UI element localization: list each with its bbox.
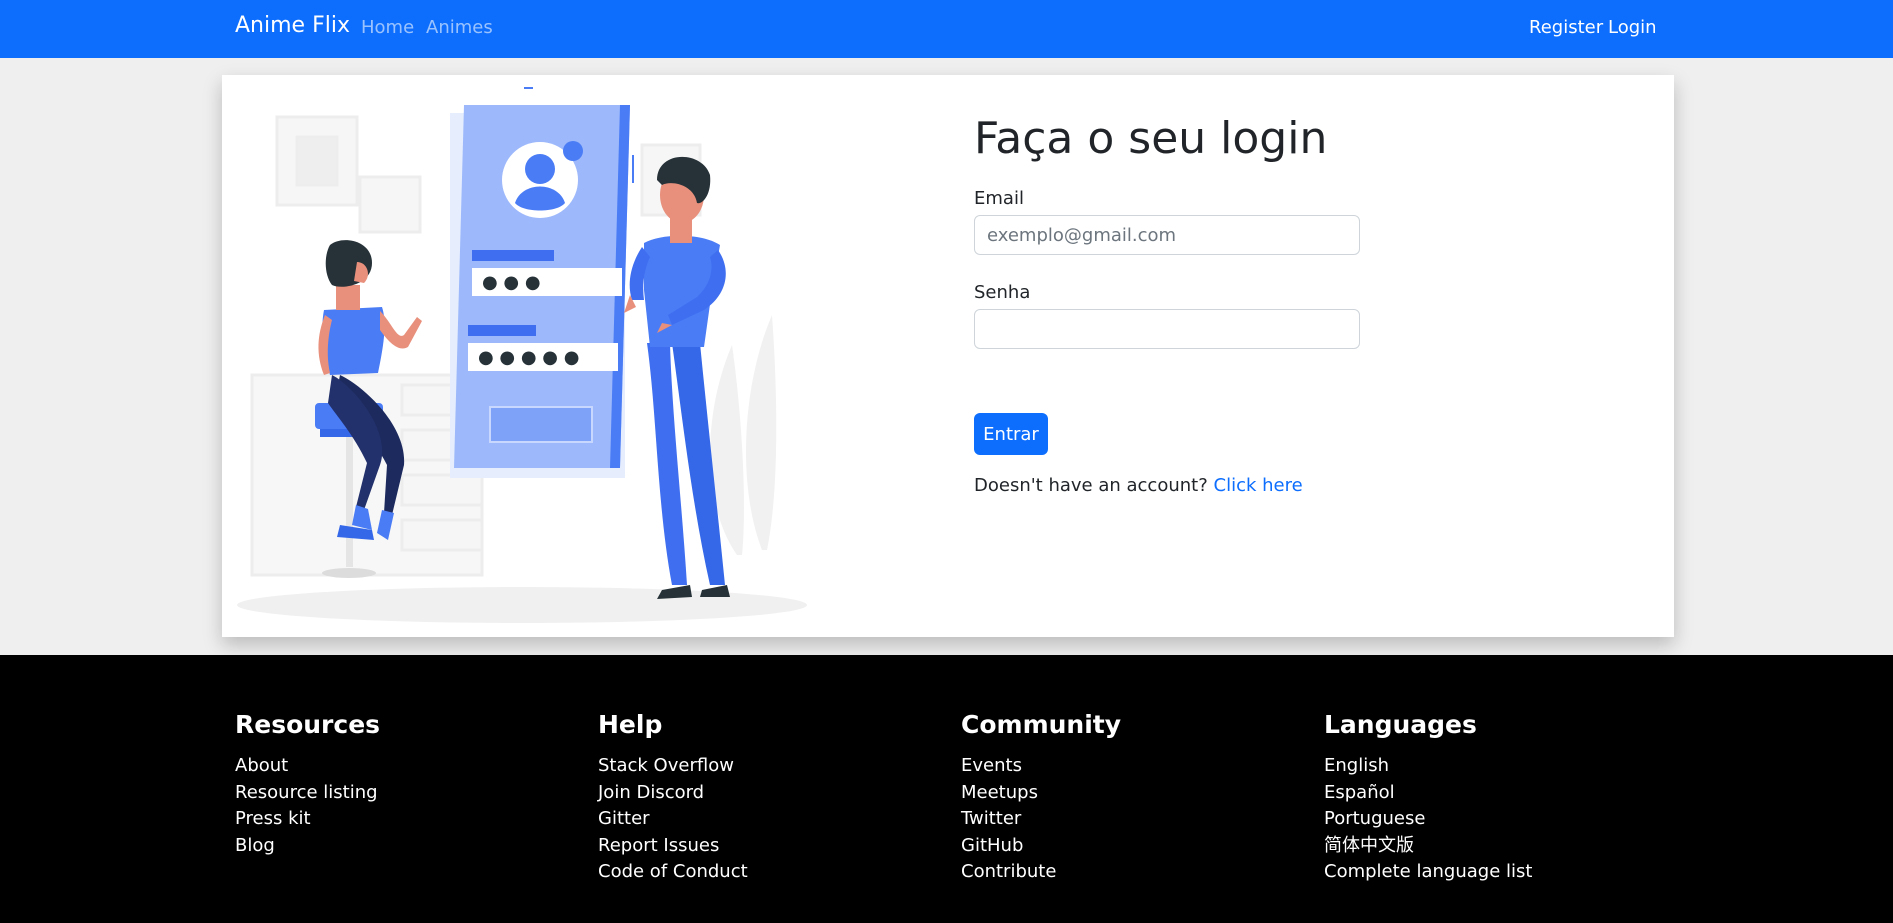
footer-link-english[interactable]: English xyxy=(1324,753,1664,780)
password-label: Senha xyxy=(974,282,1031,303)
password-input[interactable] xyxy=(974,309,1360,349)
footer: Resources About Resource listing Press k… xyxy=(0,655,1893,923)
footer-link-press-kit[interactable]: Press kit xyxy=(235,806,575,833)
footer-link-blog[interactable]: Blog xyxy=(235,833,575,860)
footer-link-espanol[interactable]: Español xyxy=(1324,780,1664,807)
footer-heading: Help xyxy=(598,710,663,739)
nav-link-register[interactable]: Register xyxy=(1529,17,1603,38)
email-label: Email xyxy=(974,188,1024,209)
register-prompt: Doesn't have an account? Click here xyxy=(974,475,1303,496)
footer-link-contribute[interactable]: Contribute xyxy=(961,859,1301,886)
footer-link-meetups[interactable]: Meetups xyxy=(961,780,1301,807)
login-card: ● ● ● ● ● ● ● ● Faça o seu login Email e… xyxy=(222,75,1674,637)
brand-link[interactable]: Anime Flix xyxy=(235,13,350,38)
footer-column-community: Community Events Meetups Twitter GitHub … xyxy=(961,710,1301,886)
email-input[interactable] xyxy=(974,215,1360,255)
register-link[interactable]: Click here xyxy=(1214,475,1303,496)
footer-heading: Community xyxy=(961,710,1122,739)
login-title: Faça o seu login xyxy=(974,113,1328,164)
footer-heading: Languages xyxy=(1324,710,1477,739)
password-mask-1: ● ● ● xyxy=(482,272,541,293)
nav-link-login[interactable]: Login xyxy=(1608,17,1657,38)
navbar: Anime Flix Home Animes Register Login xyxy=(0,0,1893,58)
footer-heading: Resources xyxy=(235,710,381,739)
footer-column-help: Help Stack Overflow Join Discord Gitter … xyxy=(598,710,938,886)
footer-link-events[interactable]: Events xyxy=(961,753,1301,780)
footer-link-report-issues[interactable]: Report Issues xyxy=(598,833,938,860)
footer-link-join-discord[interactable]: Join Discord xyxy=(598,780,938,807)
footer-link-resource-listing[interactable]: Resource listing xyxy=(235,780,575,807)
footer-link-chinese[interactable]: 简体中文版 xyxy=(1324,833,1664,860)
footer-link-portuguese[interactable]: Portuguese xyxy=(1324,806,1664,833)
footer-link-twitter[interactable]: Twitter xyxy=(961,806,1301,833)
footer-link-about[interactable]: About xyxy=(235,753,575,780)
footer-link-github[interactable]: GitHub xyxy=(961,833,1301,860)
register-prompt-text: Doesn't have an account? xyxy=(974,475,1208,496)
password-mask-2: ● ● ● ● ● xyxy=(478,347,579,368)
footer-link-stack-overflow[interactable]: Stack Overflow xyxy=(598,753,938,780)
nav-link-home[interactable]: Home xyxy=(361,17,414,38)
footer-column-languages: Languages English Español Portuguese 简体中… xyxy=(1324,710,1664,886)
submit-button[interactable]: Entrar xyxy=(974,413,1048,455)
footer-link-code-of-conduct[interactable]: Code of Conduct xyxy=(598,859,938,886)
footer-column-resources: Resources About Resource listing Press k… xyxy=(235,710,575,859)
nav-link-animes[interactable]: Animes xyxy=(426,17,493,38)
login-illustration: ● ● ● ● ● ● ● ● xyxy=(237,87,807,623)
footer-link-gitter[interactable]: Gitter xyxy=(598,806,938,833)
footer-link-complete-language-list[interactable]: Complete language list xyxy=(1324,859,1664,886)
